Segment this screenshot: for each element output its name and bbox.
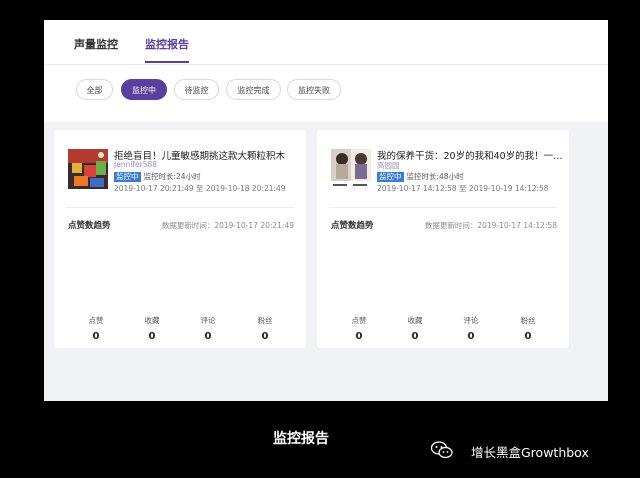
post-thumbnail xyxy=(331,149,371,189)
status-badge: 监控中 xyxy=(377,172,404,182)
stat-comments: 评论 0 xyxy=(451,315,491,342)
stat-value: 0 xyxy=(355,331,363,342)
filter-bar: 全部 监控中 待监控 监控完成 监控失败 xyxy=(44,65,608,122)
divider xyxy=(329,207,557,208)
monitor-range: 2019-10-17 20:21:49 至 2019-10-18 20:21:4… xyxy=(114,184,286,193)
post-author[interactable]: 高园园 xyxy=(377,160,400,171)
stat-followers: 粉丝 0 xyxy=(245,315,285,342)
tab-monitor-report[interactable]: 监控报告 xyxy=(145,36,189,52)
active-tab-indicator xyxy=(145,61,189,63)
app-screen: 声量监控 监控报告 全部 监控中 待监控 监控完成 监控失败 拒绝盲目！儿童敏感… xyxy=(44,20,608,401)
monitor-status: 监控中 监控时长:48小时 xyxy=(377,171,464,182)
filter-completed[interactable]: 监控完成 xyxy=(226,79,281,100)
trend-title: 点赞数趋势 xyxy=(331,221,374,231)
filter-failed[interactable]: 监控失败 xyxy=(287,79,341,100)
stat-label: 评论 xyxy=(200,316,216,325)
stat-label: 收藏 xyxy=(144,316,160,325)
stat-value: 0 xyxy=(261,331,269,342)
stat-value: 0 xyxy=(411,331,419,342)
filter-monitoring[interactable]: 监控中 xyxy=(121,79,167,100)
stat-label: 点赞 xyxy=(351,316,367,325)
filter-all[interactable]: 全部 xyxy=(76,79,113,100)
stat-label: 粉丝 xyxy=(520,316,536,325)
tab-volume-monitor[interactable]: 声量监控 xyxy=(74,36,118,52)
update-time: 数据更新时间：2019-10-17 14:12:58 xyxy=(424,221,557,230)
trend-title: 点赞数趋势 xyxy=(68,221,111,231)
monitor-range: 2019-10-17 14:12:58 至 2019-10-19 14:12:5… xyxy=(377,184,549,193)
post-title[interactable]: 我的保养干货：20岁的我和40岁的我！一… xyxy=(377,148,563,162)
stat-label: 点赞 xyxy=(88,316,104,325)
monitor-duration: 监控时长:48小时 xyxy=(406,172,464,181)
stat-value: 0 xyxy=(204,331,212,342)
update-time: 数据更新时间：2019-10-17 20:21:49 xyxy=(161,221,294,230)
stat-value: 0 xyxy=(92,331,100,342)
brand-text: 增长黑盒Growthbox xyxy=(471,445,589,460)
filter-pending[interactable]: 待监控 xyxy=(174,79,219,100)
divider xyxy=(66,207,294,208)
monitor-duration: 监控时长:24小时 xyxy=(143,172,201,181)
stat-comments: 评论 0 xyxy=(188,315,228,342)
stat-label: 收藏 xyxy=(407,316,423,325)
report-card[interactable]: 我的保养干货：20岁的我和40岁的我！一… 高园园 监控中 监控时长:48小时 2… xyxy=(317,130,569,348)
stat-value: 0 xyxy=(467,331,475,342)
tab-bar: 声量监控 监控报告 xyxy=(44,20,608,65)
stat-label: 粉丝 xyxy=(257,316,273,325)
status-badge: 监控中 xyxy=(114,172,141,182)
stat-favorites: 收藏 0 xyxy=(395,315,435,342)
stat-likes: 点赞 0 xyxy=(76,315,116,342)
stat-value: 0 xyxy=(524,331,532,342)
report-card[interactable]: 拒绝盲目！儿童敏感期挑这款大颗粒积木 Jennifer588 监控中 监控时长:2… xyxy=(54,130,306,348)
stat-favorites: 收藏 0 xyxy=(132,315,172,342)
wechat-icon xyxy=(430,441,453,459)
stat-likes: 点赞 0 xyxy=(339,315,379,342)
post-author[interactable]: Jennifer588 xyxy=(114,160,157,169)
monitor-status: 监控中 监控时长:24小时 xyxy=(114,171,201,182)
stat-followers: 粉丝 0 xyxy=(508,315,548,342)
stat-value: 0 xyxy=(148,331,156,342)
post-thumbnail xyxy=(68,149,108,189)
stat-label: 评论 xyxy=(463,316,479,325)
